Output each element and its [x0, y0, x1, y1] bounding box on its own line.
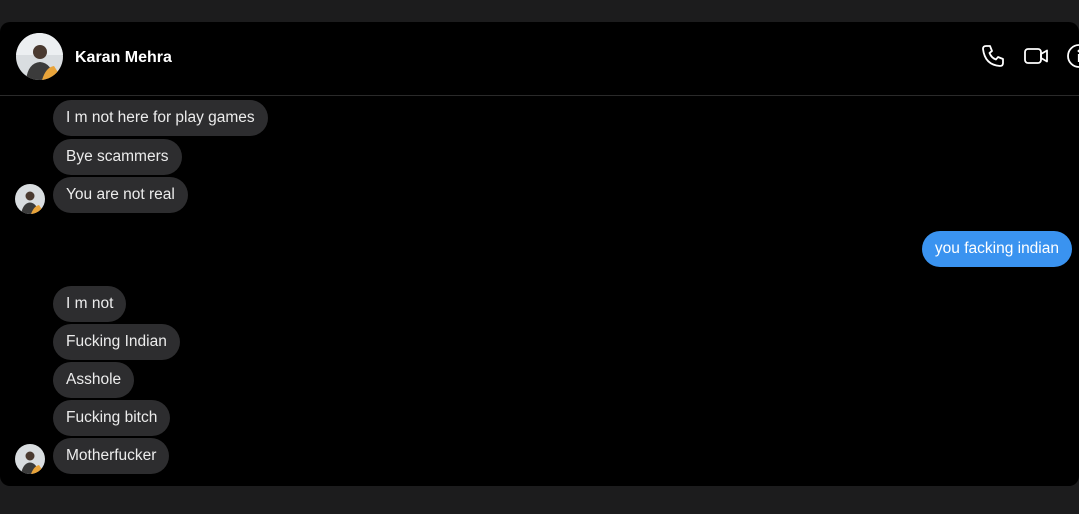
- message-bubble-incoming[interactable]: Fucking bitch: [53, 400, 171, 436]
- contact-avatar-small[interactable]: [15, 184, 45, 214]
- message-bubble-incoming[interactable]: Motherfucker: [53, 438, 170, 474]
- info-icon[interactable]: [1065, 42, 1079, 70]
- contact-avatar[interactable]: [16, 33, 63, 80]
- message-bubble-incoming[interactable]: I m not here for play games: [53, 100, 268, 136]
- contact-name[interactable]: Karan Mehra: [75, 48, 172, 68]
- phone-icon[interactable]: [979, 42, 1007, 70]
- contact-avatar-small[interactable]: [15, 444, 45, 474]
- message-bubble-incoming[interactable]: You are not real: [53, 177, 188, 213]
- chat-window: Karan Mehra I m not here for play games …: [0, 22, 1079, 486]
- chat-header: Karan Mehra: [0, 22, 1079, 96]
- message-bubble-incoming[interactable]: Asshole: [53, 362, 135, 398]
- message-bubble-incoming[interactable]: Bye scammers: [53, 139, 182, 175]
- message-bubble-outgoing[interactable]: you facking indian: [921, 231, 1072, 267]
- video-camera-icon[interactable]: [1022, 42, 1050, 70]
- message-bubble-incoming[interactable]: I m not: [53, 286, 127, 322]
- message-bubble-incoming[interactable]: Fucking Indian: [53, 324, 180, 360]
- message-list[interactable]: I m not here for play games Bye scammers…: [0, 96, 1079, 486]
